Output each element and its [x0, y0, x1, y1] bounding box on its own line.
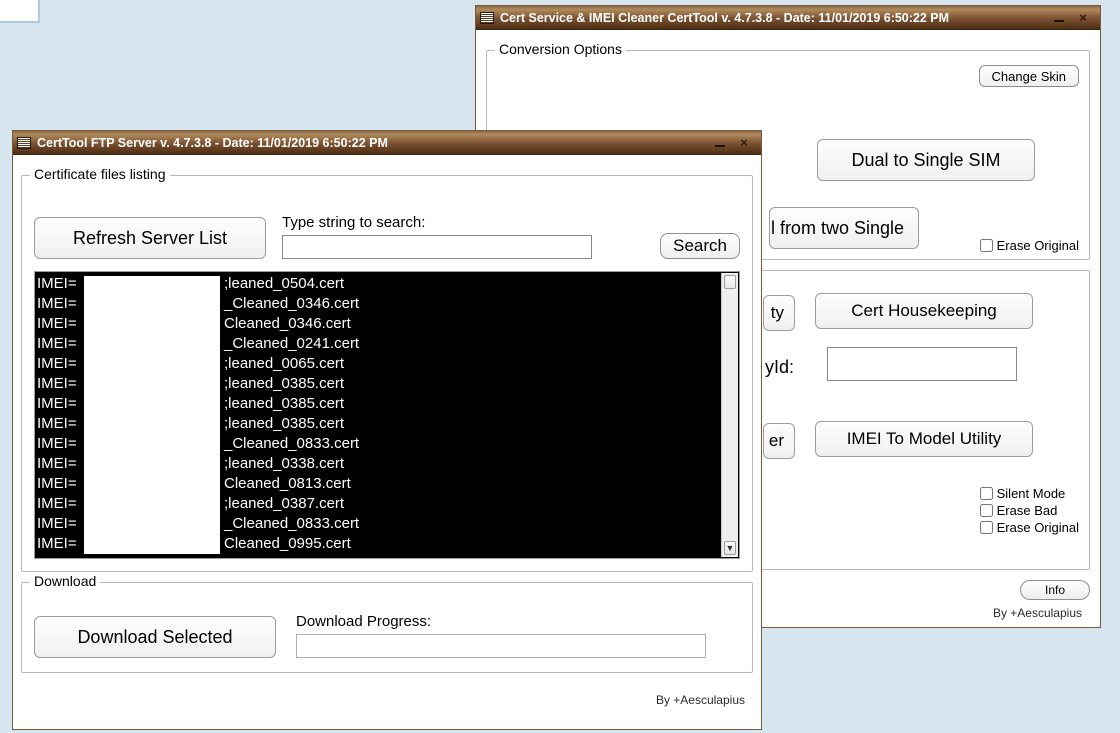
- titlebar-cert-service[interactable]: Cert Service & IMEI Cleaner CertTool v. …: [476, 6, 1100, 30]
- cert-filename-suffix: ;leaned_0385.cert: [222, 414, 344, 434]
- group-legend-listing: Certificate files listing: [30, 166, 170, 182]
- group-legend-conversion: Conversion Options: [495, 41, 626, 57]
- imei-prefix: IMEI=: [37, 394, 85, 414]
- group-legend-download: Download: [30, 573, 100, 589]
- partial-ty-button[interactable]: ty: [763, 295, 795, 331]
- search-input[interactable]: [282, 235, 592, 259]
- refresh-server-list-button[interactable]: Refresh Server List: [34, 217, 266, 259]
- cert-housekeeping-button[interactable]: Cert Housekeeping: [815, 293, 1033, 329]
- partial-er-button[interactable]: er: [763, 423, 795, 459]
- erase-original-checkbox-bottom[interactable]: Erase Original: [980, 520, 1079, 535]
- search-label: Type string to search:: [282, 214, 644, 231]
- imei-prefix: IMEI=: [37, 534, 85, 554]
- close-icon[interactable]: ×: [737, 136, 751, 150]
- erase-original-input-top[interactable]: [980, 239, 993, 252]
- window-title-cert-service: Cert Service & IMEI Cleaner CertTool v. …: [500, 11, 1052, 25]
- download-progress-label: Download Progress:: [296, 613, 740, 630]
- imei-prefix: IMEI=: [37, 294, 85, 314]
- scrollbar[interactable]: ▼: [721, 273, 738, 557]
- erase-bad-input[interactable]: [980, 504, 993, 517]
- search-button[interactable]: Search: [660, 233, 740, 259]
- ftp-server-window: CertTool FTP Server v. 4.7.3.8 - Date: 1…: [12, 130, 762, 730]
- change-skin-button[interactable]: Change Skin: [979, 65, 1079, 87]
- titlebar-ftp[interactable]: CertTool FTP Server v. 4.7.3.8 - Date: 1…: [13, 131, 761, 155]
- cert-filename-suffix: _Cleaned_0833.cert: [222, 514, 359, 534]
- imei-redaction-mask: [82, 274, 222, 556]
- minimize-icon[interactable]: [1052, 11, 1066, 25]
- silent-mode-checkbox[interactable]: Silent Mode: [980, 486, 1066, 501]
- silent-mode-input[interactable]: [980, 487, 993, 500]
- imei-prefix: IMEI=: [37, 274, 85, 294]
- cert-filename-suffix: ;leaned_0387.cert: [222, 494, 344, 514]
- info-button[interactable]: Info: [1020, 580, 1090, 600]
- key-id-input[interactable]: [827, 347, 1017, 381]
- dual-to-single-sim-button[interactable]: Dual to Single SIM: [817, 139, 1035, 181]
- cert-filename-suffix: ;leaned_0385.cert: [222, 374, 344, 394]
- app-icon: [17, 137, 31, 149]
- imei-prefix: IMEI=: [37, 494, 85, 514]
- scroll-down-icon[interactable]: ▼: [724, 541, 736, 555]
- erase-bad-checkbox[interactable]: Erase Bad: [980, 503, 1058, 518]
- cert-filename-suffix: _Cleaned_0833.cert: [222, 434, 359, 454]
- cert-filename-suffix: Cleaned_0813.cert: [222, 474, 351, 494]
- minimize-icon[interactable]: [713, 136, 727, 150]
- imei-to-model-utility-button[interactable]: IMEI To Model Utility: [815, 421, 1033, 457]
- cert-filename-suffix: ;leaned_0504.cert: [222, 274, 344, 294]
- window-title-ftp: CertTool FTP Server v. 4.7.3.8 - Date: 1…: [37, 136, 713, 150]
- imei-prefix: IMEI=: [37, 414, 85, 434]
- scrollbar-thumb[interactable]: [724, 275, 736, 289]
- cert-filename-suffix: ;leaned_0338.cert: [222, 454, 344, 474]
- cert-filename-suffix: ;leaned_0065.cert: [222, 354, 344, 374]
- imei-prefix: IMEI=: [37, 454, 85, 474]
- group-certificate-files: Certificate files listing Refresh Server…: [21, 175, 753, 572]
- download-selected-button[interactable]: Download Selected: [34, 616, 276, 658]
- imei-prefix: IMEI=: [37, 514, 85, 534]
- desktop-corner-decor: [0, 0, 40, 23]
- from-two-single-button-partial[interactable]: l from two Single: [769, 207, 919, 249]
- cert-file-listbox[interactable]: IMEI= ;leaned_0504.cert IMEI= _Cleaned_0346…: [34, 271, 740, 559]
- cert-filename-suffix: _Cleaned_0241.cert: [222, 334, 359, 354]
- key-id-label-partial: yId:: [765, 357, 794, 378]
- signature-front: By +Aesculapius: [21, 693, 753, 707]
- imei-prefix: IMEI=: [37, 374, 85, 394]
- imei-prefix: IMEI=: [37, 334, 85, 354]
- app-icon: [480, 12, 494, 24]
- cert-filename-suffix: Cleaned_0995.cert: [222, 534, 351, 554]
- erase-original-input-bottom[interactable]: [980, 521, 993, 534]
- erase-original-checkbox-top[interactable]: Erase Original: [980, 238, 1079, 253]
- close-icon[interactable]: ×: [1076, 11, 1090, 25]
- group-download: Download Download Selected Download Prog…: [21, 582, 753, 673]
- imei-prefix: IMEI=: [37, 434, 85, 454]
- download-progress-bar: [296, 634, 706, 658]
- cert-filename-suffix: ;leaned_0385.cert: [222, 394, 344, 414]
- imei-prefix: IMEI=: [37, 474, 85, 494]
- cert-filename-suffix: _Cleaned_0346.cert: [222, 294, 359, 314]
- imei-prefix: IMEI=: [37, 354, 85, 374]
- cert-filename-suffix: Cleaned_0346.cert: [222, 314, 351, 334]
- imei-prefix: IMEI=: [37, 314, 85, 334]
